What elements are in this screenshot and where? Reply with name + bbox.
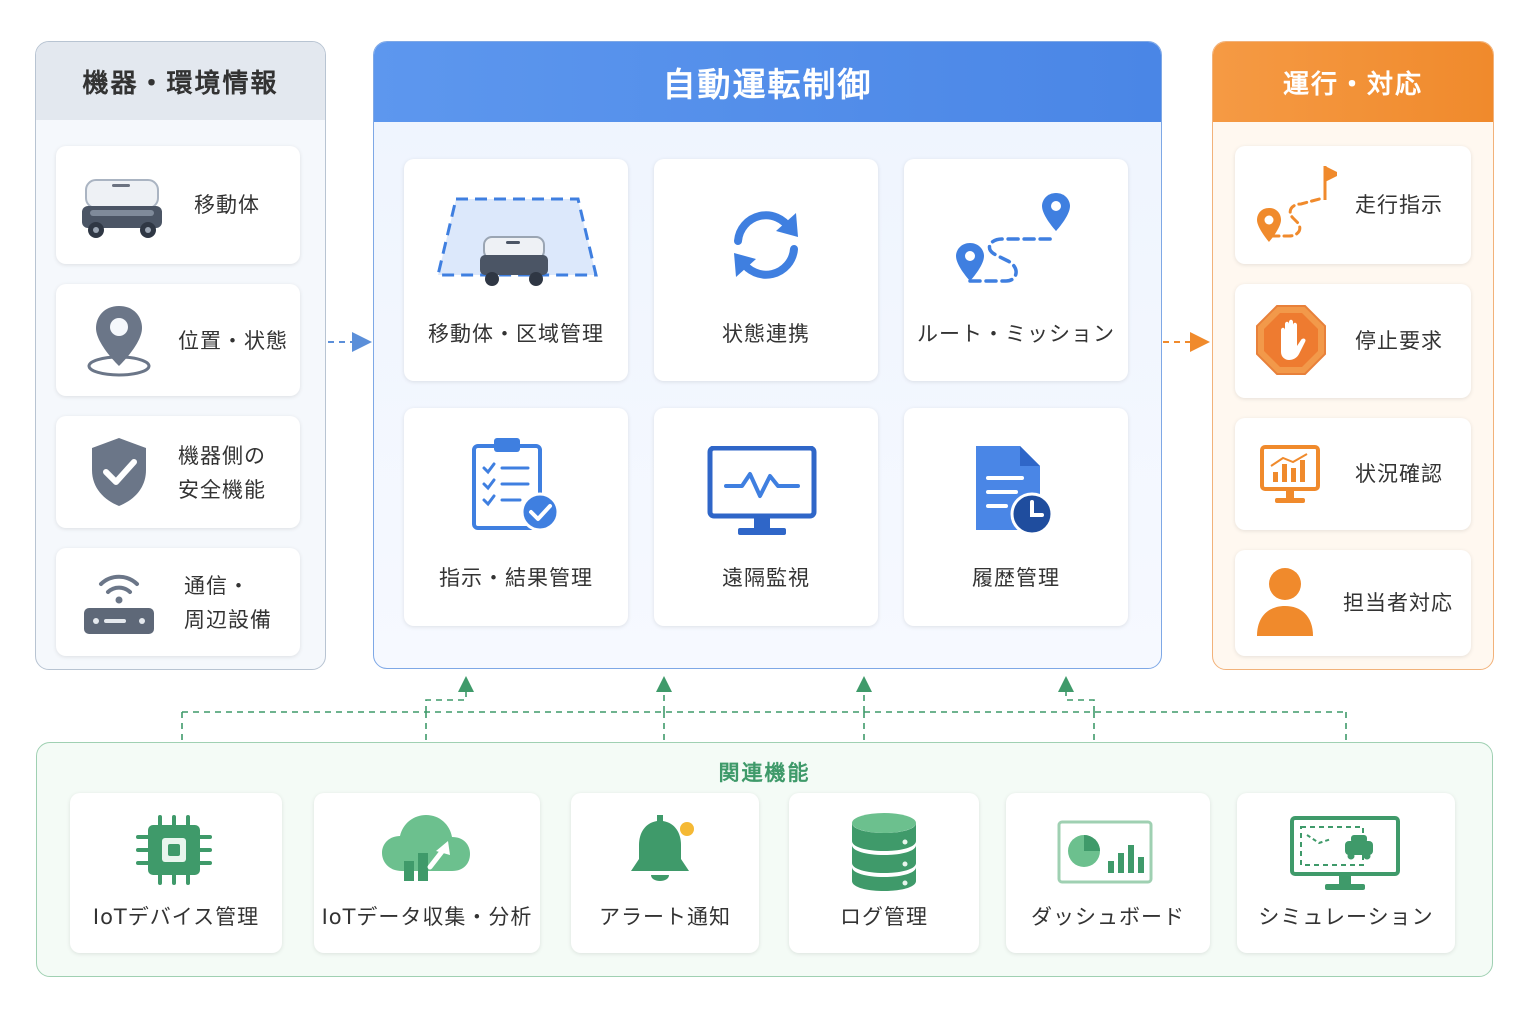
right-panel-header: 運行・対応 [1213, 42, 1493, 122]
card-mobile-body[interactable]: 移動体 [56, 146, 300, 264]
card-staff-response[interactable]: 担当者対応 [1235, 550, 1471, 656]
right-panel: 運行・対応 走行指示 停止要求 状況確認 担当者対応 [1212, 41, 1494, 670]
left-panel: 機器・環境情報 移動体 位置・状態 機器側の 安全機能 通信・ 周辺設備 [35, 41, 326, 670]
card-dashboard[interactable]: ダッシュボード [1006, 793, 1210, 953]
bottom-panel-title: 関連機能 [718, 761, 811, 785]
dashboard-icon [1056, 819, 1154, 885]
card-label-line1: 通信・ [184, 574, 250, 598]
wifi-router-icon [82, 562, 156, 638]
card-iot-device-management[interactable]: IoTデバイス管理 [70, 793, 282, 953]
chip-icon [136, 815, 212, 885]
card-remote-monitoring[interactable]: 遠隔監視 [654, 408, 878, 626]
card-route-mission[interactable]: ルート・ミッション [904, 159, 1128, 381]
center-panel: 自動運転制御 移動体・区域管理 状態連携 ルート・ミッション 指示・結果管理 遠… [373, 41, 1162, 669]
card-history-management[interactable]: 履歴管理 [904, 408, 1128, 626]
card-status-check[interactable]: 状況確認 [1235, 418, 1471, 530]
card-label: 状態連携 [722, 322, 810, 346]
card-label: 指示・結果管理 [439, 566, 593, 590]
card-stop-request[interactable]: 停止要求 [1235, 284, 1471, 398]
card-drive-instruction[interactable]: 走行指示 [1235, 146, 1471, 264]
card-label: アラート通知 [599, 905, 731, 929]
route-flag-icon [1253, 162, 1337, 248]
simulation-monitor-icon [1289, 815, 1401, 895]
route-icon [948, 189, 1078, 293]
robot-vehicle-icon [80, 176, 164, 240]
card-label: 移動体・区域管理 [428, 322, 604, 346]
card-simulation[interactable]: シミュレーション [1237, 793, 1455, 953]
left-panel-header: 機器・環境情報 [36, 42, 325, 120]
card-label: 状況確認 [1355, 462, 1443, 486]
card-label: 位置・状態 [178, 329, 288, 353]
document-clock-icon [972, 442, 1056, 538]
location-pin-icon [84, 302, 154, 378]
card-label: ルート・ミッション [917, 322, 1115, 346]
card-instruction-result[interactable]: 指示・結果管理 [404, 408, 628, 626]
stop-hand-icon [1255, 304, 1327, 376]
card-log-management[interactable]: ログ管理 [789, 793, 979, 953]
chart-monitor-icon [1259, 444, 1321, 508]
left-panel-title: 機器・環境情報 [82, 68, 279, 99]
card-label: 担当者対応 [1343, 591, 1453, 615]
card-label: IoTデータ収集・分析 [321, 905, 533, 929]
person-icon [1255, 566, 1315, 638]
card-label: 停止要求 [1355, 329, 1443, 353]
bottom-connectors [181, 676, 1347, 742]
card-communication[interactable]: 通信・ 周辺設備 [56, 548, 300, 656]
card-iot-data-analysis[interactable]: IoTデータ収集・分析 [314, 793, 540, 953]
database-icon [849, 811, 919, 891]
card-position-status[interactable]: 位置・状態 [56, 284, 300, 396]
card-label-line2: 周辺設備 [184, 608, 272, 632]
bell-icon [627, 813, 699, 889]
card-label: IoTデバイス管理 [92, 905, 260, 929]
card-label: 走行指示 [1355, 193, 1443, 217]
sync-icon [724, 203, 808, 287]
shield-check-icon [88, 434, 150, 510]
card-label: 移動体 [194, 193, 260, 217]
center-panel-title: 自動運転制御 [662, 65, 873, 104]
card-status-sync[interactable]: 状態連携 [654, 159, 878, 381]
right-panel-title: 運行・対応 [1282, 69, 1423, 100]
bottom-panel: 関連機能 IoTデバイス管理 IoTデータ収集・分析 アラート通知 ログ管理 ダ… [36, 742, 1493, 977]
card-label-line2: 安全機能 [178, 478, 266, 502]
card-zone-management[interactable]: 移動体・区域管理 [404, 159, 628, 381]
card-label: 遠隔監視 [722, 566, 810, 590]
center-panel-header: 自動運転制御 [374, 42, 1161, 122]
monitor-pulse-icon [706, 446, 818, 538]
clipboard-check-icon [470, 436, 562, 534]
card-label: 履歴管理 [972, 566, 1060, 590]
card-label: シミュレーション [1258, 905, 1434, 929]
card-alert-notification[interactable]: アラート通知 [571, 793, 759, 953]
zone-vehicle-icon [432, 193, 602, 293]
cloud-analytics-icon [378, 811, 474, 887]
card-label: ダッシュボード [1031, 905, 1185, 929]
card-label-line1: 機器側の [178, 444, 266, 468]
card-safety-function[interactable]: 機器側の 安全機能 [56, 416, 300, 528]
card-label: ログ管理 [840, 905, 928, 929]
